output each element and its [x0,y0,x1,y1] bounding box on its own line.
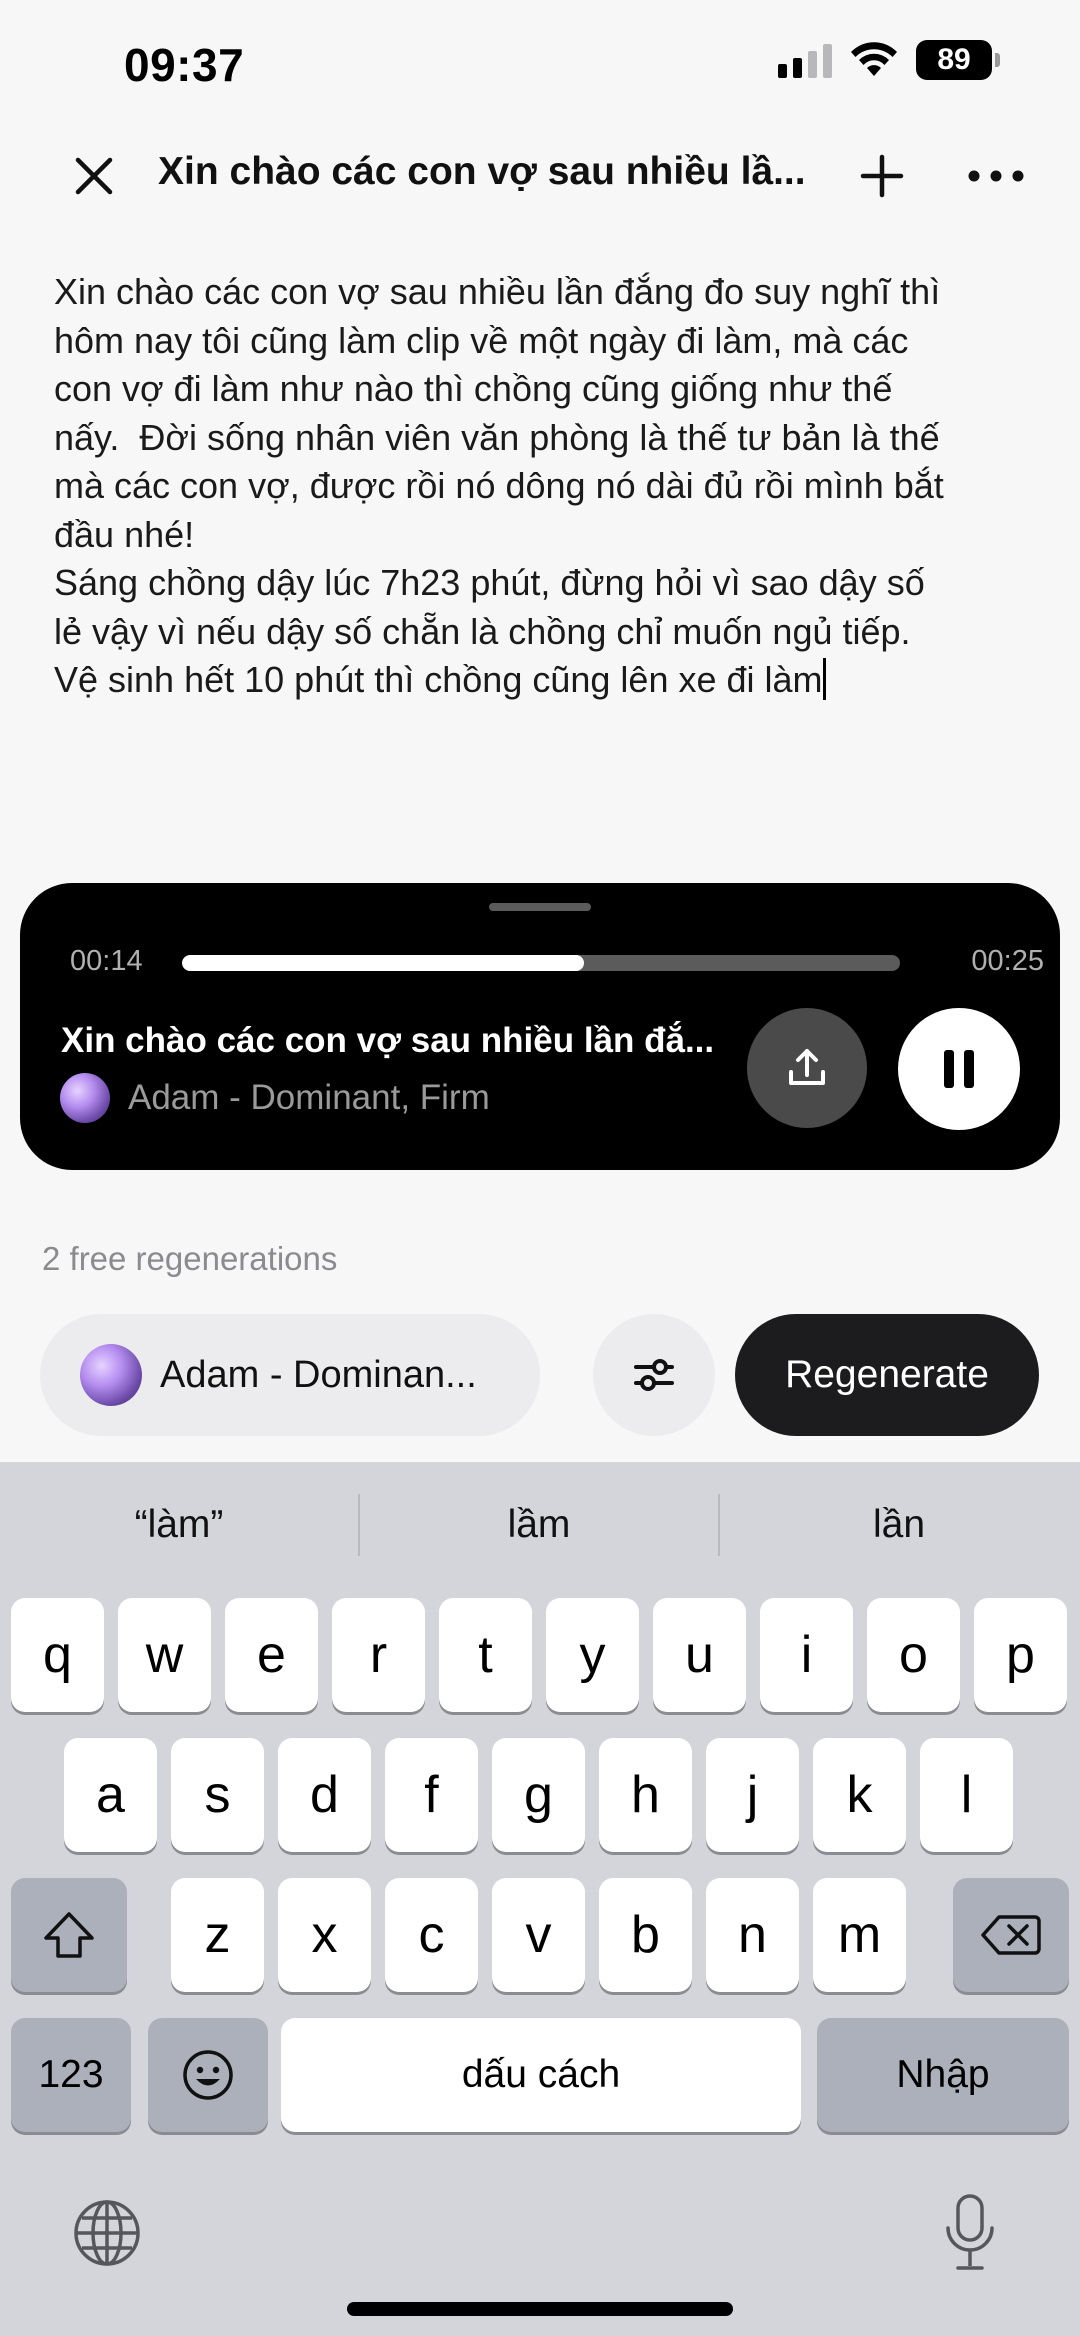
player-title: Xin chào các con vợ sau nhiều lần đắ... [61,1021,715,1060]
space-key[interactable]: dấu cách [281,2018,801,2132]
key-k[interactable]: k [813,1738,906,1852]
key-a[interactable]: a [64,1738,157,1852]
player-voice: Adam - Dominant, Firm [60,1073,490,1123]
key-y[interactable]: y [546,1598,639,1712]
battery-indicator: 89 [916,40,1000,80]
key-x[interactable]: x [278,1878,371,1992]
microphone-icon[interactable] [940,2192,1000,2274]
free-regenerations-label: 2 free regenerations [42,1240,338,1277]
voice-chip-avatar [80,1344,142,1406]
voice-selector[interactable]: Adam - Dominan... [40,1314,540,1436]
current-time: 00:14 [70,945,143,977]
key-w[interactable]: w [118,1598,211,1712]
share-icon [789,1049,825,1085]
key-n[interactable]: n [706,1878,799,1992]
key-o[interactable]: o [867,1598,960,1712]
key-r[interactable]: r [332,1598,425,1712]
shift-key[interactable] [11,1878,127,1992]
close-icon[interactable] [70,152,118,200]
suggestion-1[interactable]: “làm” [0,1462,358,1587]
backspace-icon [981,1915,1041,1955]
status-icons: 89 [778,40,1000,80]
audio-player: 00:14 00:25 Xin chào các con vợ sau nhiề… [20,883,1060,1170]
screen: 09:37 89 Xin chào các con vợ sau nhiều l… [0,0,1080,2336]
add-icon[interactable] [858,152,906,200]
drag-handle[interactable] [489,903,591,911]
battery-level: 89 [916,40,992,80]
key-m[interactable]: m [813,1878,906,1992]
key-t[interactable]: t [439,1598,532,1712]
sliders-icon [634,1359,674,1391]
script-text-area[interactable]: Xin chào các con vợ sau nhiều lần đắng đ… [54,268,1034,705]
return-key[interactable]: Nhập [817,2018,1069,2132]
pause-icon [944,1050,974,1088]
key-z[interactable]: z [171,1878,264,1992]
key-b[interactable]: b [599,1878,692,1992]
suggestion-bar: “làm” lầm lần [0,1462,1080,1587]
header: Xin chào các con vợ sau nhiều lầ... [0,140,1080,210]
pause-button[interactable] [898,1008,1020,1130]
emoji-key[interactable] [148,2018,268,2132]
status-time: 09:37 [124,39,245,91]
key-f[interactable]: f [385,1738,478,1852]
home-indicator [347,2302,733,2316]
key-d[interactable]: d [278,1738,371,1852]
emoji-icon [183,2050,233,2100]
progress-fill [182,955,585,971]
key-h[interactable]: h [599,1738,692,1852]
more-options-icon[interactable] [966,152,1026,200]
numbers-key[interactable]: 123 [11,2018,131,2132]
script-text: Xin chào các con vợ sau nhiều lần đắng đ… [54,271,944,700]
key-e[interactable]: e [225,1598,318,1712]
shift-icon [44,1912,94,1958]
text-caret [822,658,826,700]
key-p[interactable]: p [974,1598,1067,1712]
cellular-signal-icon [778,42,832,78]
voice-settings-button[interactable] [593,1314,715,1436]
key-g[interactable]: g [492,1738,585,1852]
page-title: Xin chào các con vợ sau nhiều lầ... [158,150,806,193]
voice-avatar [60,1073,110,1123]
key-j[interactable]: j [706,1738,799,1852]
keyboard: “làm” lầm lần q w e r t y u i o p a s d … [0,1462,1080,2336]
backspace-key[interactable] [953,1878,1069,1992]
regenerate-button[interactable]: Regenerate [735,1314,1039,1436]
key-l[interactable]: l [920,1738,1013,1852]
suggestion-3[interactable]: lần [720,1462,1078,1587]
key-i[interactable]: i [760,1598,853,1712]
globe-icon[interactable] [72,2198,142,2268]
share-button[interactable] [747,1008,867,1128]
player-voice-name: Adam - Dominant, Firm [128,1078,490,1117]
progress-slider[interactable] [182,955,900,971]
key-v[interactable]: v [492,1878,585,1992]
key-s[interactable]: s [171,1738,264,1852]
key-u[interactable]: u [653,1598,746,1712]
suggestion-2[interactable]: lầm [360,1462,718,1587]
key-q[interactable]: q [11,1598,104,1712]
key-c[interactable]: c [385,1878,478,1992]
total-time: 00:25 [971,945,1044,977]
wifi-icon [851,42,897,76]
voice-chip-label: Adam - Dominan... [160,1353,477,1396]
